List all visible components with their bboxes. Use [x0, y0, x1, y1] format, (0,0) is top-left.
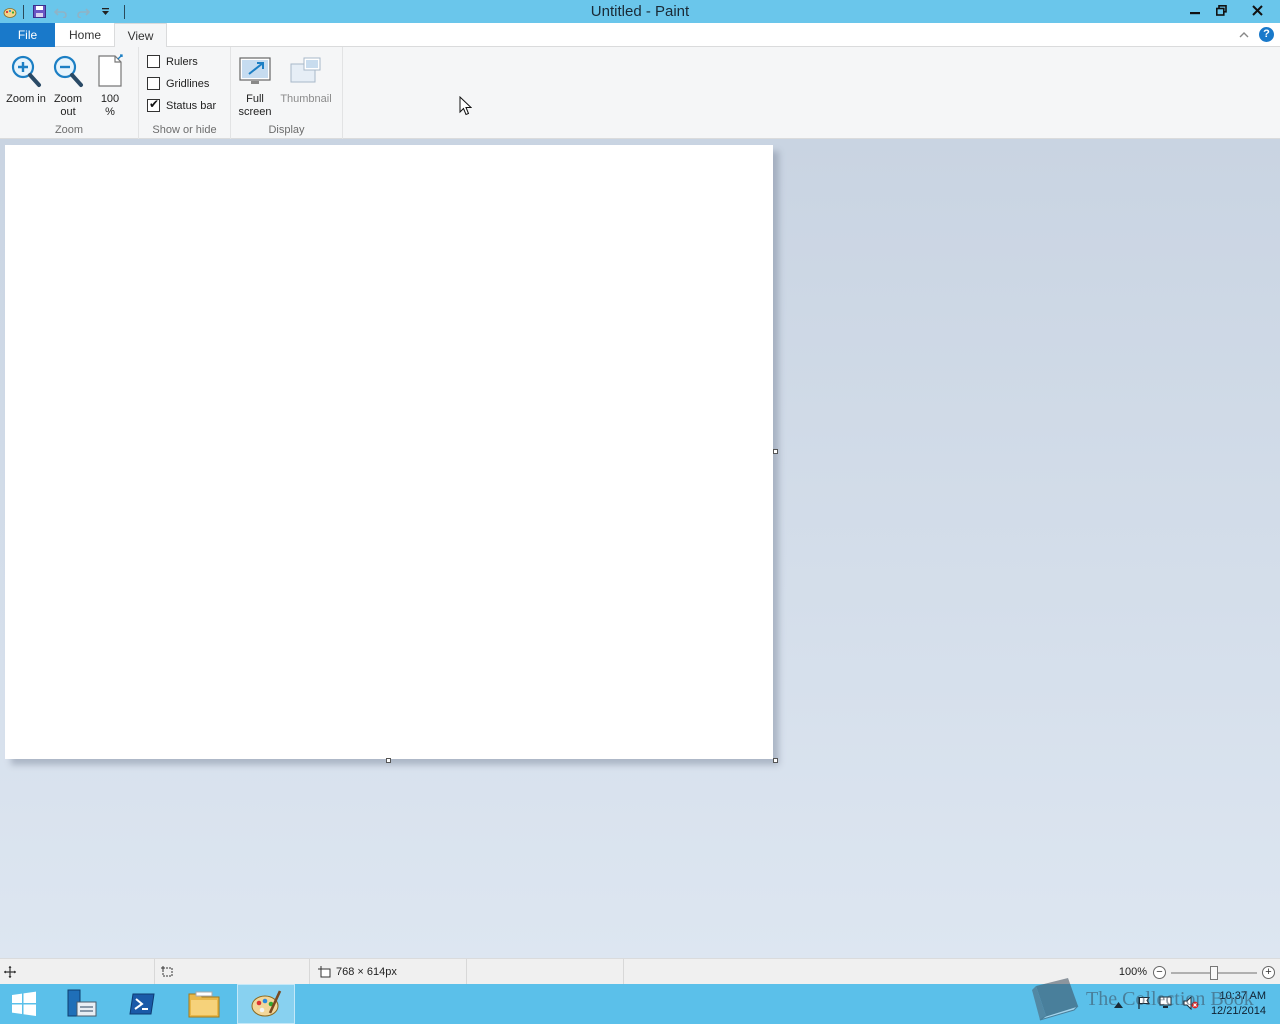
canvas-workspace[interactable]	[0, 139, 1280, 958]
window-title: Untitled - Paint	[590, 3, 690, 20]
tab-view[interactable]: View	[114, 23, 167, 48]
file-size-cell	[467, 959, 624, 985]
ribbon-right-controls: ?	[1239, 27, 1274, 42]
gridlines-checkbox-box[interactable]	[147, 77, 160, 90]
rulers-label: Rulers	[166, 55, 198, 68]
rulers-checkbox-box[interactable]	[147, 55, 160, 68]
restore-button[interactable]	[1208, 0, 1235, 20]
full-screen-icon	[235, 53, 275, 89]
paint-icon[interactable]	[237, 984, 295, 1024]
selection-size-cell	[155, 959, 310, 985]
zoom-100-label: 100 %	[100, 93, 120, 118]
window-controls	[1181, 0, 1280, 20]
zoom-in-icon	[6, 53, 46, 89]
canvas-size-icon	[318, 966, 331, 978]
file-explorer-icon[interactable]	[175, 984, 233, 1024]
resize-handle-bottom[interactable]	[386, 758, 391, 763]
watermark-text: The Collection Book	[1086, 987, 1254, 1010]
mouse-cursor-icon	[459, 95, 473, 119]
close-button[interactable]	[1235, 0, 1280, 20]
display-group: Full screen Thumbnail Display	[231, 47, 343, 139]
watermark: The Collection Book	[1028, 976, 1254, 1022]
windows-start-icon[interactable]	[0, 984, 48, 1024]
zoom-100-button[interactable]: 100 %	[90, 53, 130, 119]
zoom-group-label: Zoom	[54, 124, 84, 136]
show-hide-group-label: Show or hide	[152, 124, 217, 136]
rulers-checkbox[interactable]: Rulers	[147, 55, 198, 68]
ribbon-tabs: File Home View ?	[0, 23, 1280, 48]
gridlines-label: Gridlines	[166, 77, 210, 90]
resize-handle-right[interactable]	[773, 449, 778, 454]
checkmark-icon: ✔	[149, 97, 160, 111]
zoom-group: Zoom in Zoom out 100 % Zoom	[0, 47, 139, 139]
thumbnail-label: Thumbnail	[280, 93, 332, 105]
drawing-canvas[interactable]	[5, 145, 773, 759]
actual-size-icon	[90, 53, 130, 89]
powershell-icon[interactable]	[113, 984, 171, 1024]
resize-handle-corner[interactable]	[773, 758, 778, 763]
thumbnail-button[interactable]: Thumbnail	[277, 53, 335, 106]
zoom-in-label: Zoom in	[6, 93, 46, 105]
tab-file[interactable]: File	[0, 23, 55, 47]
zoom-in-small-icon[interactable]: +	[1262, 965, 1275, 979]
ribbon-view: Zoom in Zoom out 100 % Zoom Show or hide…	[0, 47, 1280, 139]
cursor-position-cell	[0, 959, 155, 985]
selection-size-icon	[161, 966, 173, 977]
tab-home[interactable]: Home	[57, 23, 113, 47]
minimize-button[interactable]	[1181, 0, 1208, 20]
canvas-size-cell: 768 × 614px	[310, 959, 467, 985]
server-manager-icon[interactable]	[52, 984, 110, 1024]
full-screen-button[interactable]: Full screen	[235, 53, 275, 119]
help-icon[interactable]: ?	[1259, 27, 1274, 42]
book-icon	[1032, 978, 1079, 1021]
title-bar: Untitled - Paint	[0, 0, 1280, 23]
canvas-size-text: 768 × 614px	[336, 966, 397, 978]
minimize-ribbon-icon[interactable]	[1239, 28, 1249, 42]
status-bar-checkbox[interactable]: ✔ Status bar	[147, 97, 217, 112]
zoom-out-icon	[48, 53, 88, 89]
status-bar-checkbox-box[interactable]: ✔	[147, 97, 160, 112]
zoom-in-button[interactable]: Zoom in	[6, 53, 46, 106]
zoom-out-label: Zoom out	[53, 93, 83, 118]
zoom-out-button[interactable]: Zoom out	[48, 53, 88, 119]
cursor-position-icon	[4, 966, 16, 978]
gridlines-checkbox[interactable]: Gridlines	[147, 77, 209, 90]
display-group-label: Display	[268, 124, 305, 136]
full-screen-label: Full screen	[238, 93, 272, 118]
thumbnail-icon	[277, 53, 335, 87]
status-bar-label: Status bar	[166, 99, 217, 112]
